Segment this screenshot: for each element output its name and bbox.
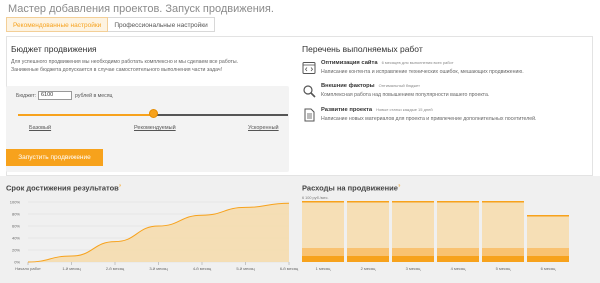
y-tick-label: 100% xyxy=(10,200,21,205)
bar-segment-mid xyxy=(347,248,389,256)
y-tick-label: 60% xyxy=(12,224,20,229)
budget-desc-line2: Заниженые бюджета допускается в случае с… xyxy=(11,67,223,73)
bar-segment-base xyxy=(302,256,344,262)
bar-label: 2 месяц xyxy=(361,266,376,271)
work-item-title: Оптимизация сайта 6 месяцев для выполнени… xyxy=(321,60,454,66)
x-tick-label: 4-й месяц xyxy=(193,266,212,271)
tab-professional[interactable]: Профессиональные настройки xyxy=(108,17,215,32)
bar-segment-mid xyxy=(527,248,569,256)
bar-segment-mid xyxy=(482,248,524,256)
bar-label: 1 месяц xyxy=(316,266,331,271)
bar-top-line xyxy=(437,201,479,203)
works-heading: Перечень выполняемых работ xyxy=(302,44,423,54)
bar-label: 3 месяц xyxy=(406,266,421,271)
stop-recommended[interactable]: Рекомендуемый xyxy=(134,125,176,131)
bar-label: 6 месяц xyxy=(541,266,556,271)
x-tick-label: Начало работ xyxy=(15,266,41,271)
x-tick-label: 3-й месяц xyxy=(149,266,168,271)
y-tick-label: 40% xyxy=(12,236,20,241)
work-item-note: Оптимальный бюджет xyxy=(378,83,420,88)
x-tick-label: 1-й месяц xyxy=(62,266,81,271)
page-title: Мастер добавления проектов. Запуск продв… xyxy=(8,3,274,15)
charts-section: Срок достижения результатов? Расходы на … xyxy=(0,176,600,283)
bar-label: 5 месяц xyxy=(496,266,511,271)
bar-top-line xyxy=(302,201,344,203)
x-tick-label: 6-й месяц xyxy=(280,266,299,271)
x-tick-label: 2-й месяц xyxy=(106,266,125,271)
stop-basic[interactable]: Базовый xyxy=(29,125,51,131)
search-icon xyxy=(303,85,316,98)
work-item-note: Новые статьи каждые 15 дней xyxy=(376,107,433,112)
y-tick-label: 0% xyxy=(14,260,20,265)
work-item-title: Развитие проекта Новые статьи каждые 15 д… xyxy=(321,107,433,113)
budget-slider-handle[interactable] xyxy=(148,109,158,118)
budget-slider-fill xyxy=(18,114,153,116)
costs-bar-chart: 6 100 руб./мес. 1 месяц 2 месяц 3 месяц 4 ме… xyxy=(302,196,569,271)
bar-segment-base xyxy=(347,256,389,262)
stop-accelerated[interactable]: Ускоренный xyxy=(248,125,279,131)
bar-segment-base xyxy=(437,256,479,262)
x-tick-label: 5-й месяц xyxy=(236,266,255,271)
bar-segment-base xyxy=(527,256,569,262)
tab-bar: Рекомендованные настройки Профессиональн… xyxy=(6,17,215,32)
area-fill xyxy=(28,203,289,262)
work-item-note: 6 месяцев для выполнения всех работ xyxy=(381,60,454,65)
document-icon xyxy=(304,108,315,122)
bar-segment-base xyxy=(392,256,434,262)
work-item-title: Внешние факторы Оптимальный бюджет xyxy=(321,83,420,89)
tab-recommended[interactable]: Рекомендованные настройки xyxy=(6,17,109,32)
work-item-desc: Написание новых материалов для проекта и… xyxy=(321,116,537,122)
code-icon xyxy=(302,62,316,74)
start-promotion-button[interactable]: Запустить продвижение xyxy=(6,149,103,166)
bar-segment-mid xyxy=(392,248,434,256)
y-tick-label: 80% xyxy=(12,212,20,217)
budget-label: Бюджет: xyxy=(16,93,37,99)
bar-top-line xyxy=(347,201,389,203)
bar-segment-mid xyxy=(302,248,344,256)
results-area-chart: 100% 80% 60% 40% 20% 0%Начало работ 1-й месяц 2… xyxy=(10,200,299,272)
budget-heading: Бюджет продвижения xyxy=(11,44,97,54)
y-tick-label: 20% xyxy=(12,248,20,253)
budget-input[interactable]: 6100 xyxy=(38,91,72,100)
work-item-desc: Комплексная работа над повышением популя… xyxy=(321,92,490,98)
bar-annotation: 6 100 руб./мес. xyxy=(302,196,329,200)
bar-segment-mid xyxy=(437,248,479,256)
bar-segment-base xyxy=(482,256,524,262)
budget-unit: рублей в месяц xyxy=(75,93,113,99)
budget-desc-line1: Для успешного продвижения мы необходимо … xyxy=(11,59,239,65)
bar-top-line xyxy=(392,201,434,203)
work-item-desc: Написание контента и исправление техниче… xyxy=(321,69,524,75)
bar-label: 4 месяц xyxy=(451,266,466,271)
bar-top-line xyxy=(482,201,524,203)
bar-top-line xyxy=(527,215,569,217)
